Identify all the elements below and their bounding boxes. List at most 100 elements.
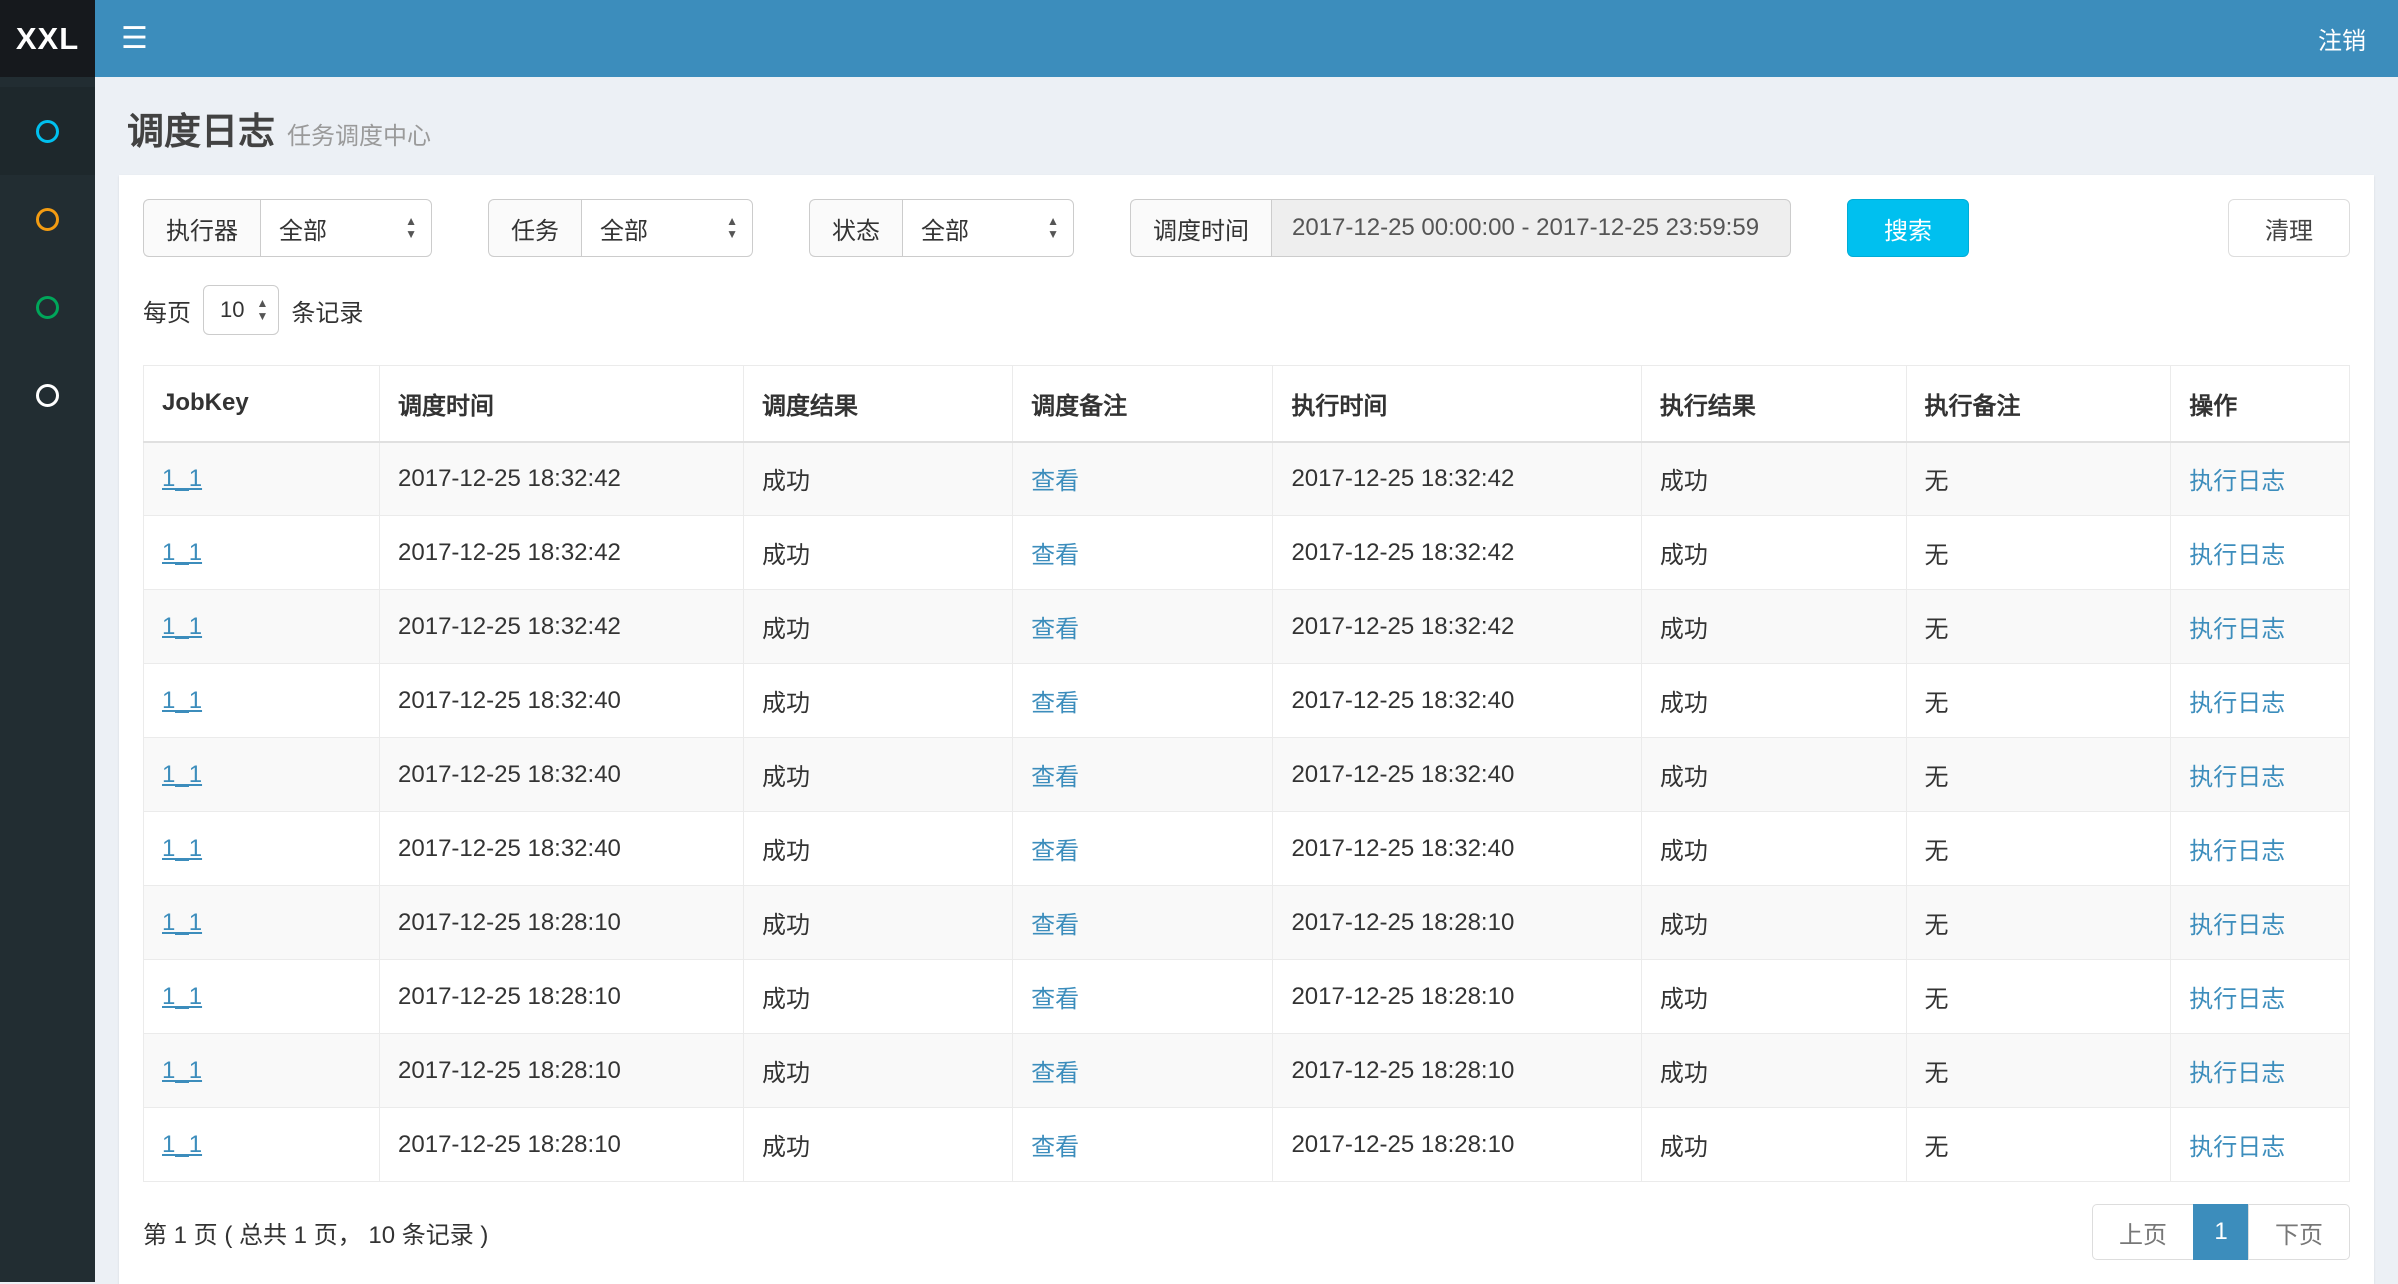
pagination-info: 第 1 页 ( 总共 1 页， 10 条记录 ) [143,1215,488,1250]
sidebar-menu [0,77,95,439]
trigger-time-cell: 2017-12-25 18:28:10 [380,960,744,1034]
trigger-time-cell: 2017-12-25 18:32:40 [380,812,744,886]
sidebar-item-3[interactable] [0,263,95,351]
column-header: 执行时间 [1273,366,1641,442]
handle-time-cell: 2017-12-25 18:32:40 [1273,738,1641,812]
exec-log-link[interactable]: 执行日志 [2189,912,2285,939]
trigger-msg-link[interactable]: 查看 [1031,1060,1079,1087]
executor-select[interactable]: 全部 ▲▼ [260,199,432,257]
table-row: 1_1 2017-12-25 18:32:40 成功 查看 2017-12-25… [144,738,2350,812]
trigger-msg-link[interactable]: 查看 [1031,764,1079,791]
status-filter-label: 状态 [809,199,902,257]
jobkey-link[interactable]: 1_1 [162,1131,202,1158]
jobkey-link[interactable]: 1_1 [162,761,202,788]
circle-icon [36,120,59,143]
trigger-result-cell: 成功 [744,1108,1013,1182]
handle-time-cell: 2017-12-25 18:32:42 [1273,516,1641,590]
exec-log-link[interactable]: 执行日志 [2189,838,2285,865]
app-logo[interactable]: XXL [0,0,95,77]
handle-result-cell: 成功 [1641,960,1906,1034]
trigger-result-cell: 成功 [744,960,1013,1034]
clear-button[interactable]: 清理 [2228,199,2350,257]
sidebar-item-4[interactable] [0,351,95,439]
trigger-result-cell: 成功 [744,442,1013,516]
trigger-result-cell: 成功 [744,1034,1013,1108]
column-header: 执行备注 [1906,366,2171,442]
jobkey-link[interactable]: 1_1 [162,539,202,566]
trigger-result-cell: 成功 [744,664,1013,738]
handle-result-cell: 成功 [1641,812,1906,886]
exec-log-link[interactable]: 执行日志 [2189,1134,2285,1161]
exec-log-link[interactable]: 执行日志 [2189,468,2285,495]
trigger-msg-link[interactable]: 查看 [1031,838,1079,865]
table-row: 1_1 2017-12-25 18:32:42 成功 查看 2017-12-25… [144,590,2350,664]
trigger-msg-link[interactable]: 查看 [1031,468,1079,495]
page-size-row: 每页 10 ▲▼ 条记录 [143,285,2350,335]
page-size-prefix: 每页 [143,293,191,328]
trigger-msg-link[interactable]: 查看 [1031,912,1079,939]
jobkey-link[interactable]: 1_1 [162,1057,202,1084]
search-button[interactable]: 搜索 [1847,199,1969,257]
jobkey-link[interactable]: 1_1 [162,465,202,492]
trigger-msg-link[interactable]: 查看 [1031,616,1079,643]
jobkey-link[interactable]: 1_1 [162,613,202,640]
table-row: 1_1 2017-12-25 18:28:10 成功 查看 2017-12-25… [144,1108,2350,1182]
job-select[interactable]: 全部 ▲▼ [581,199,753,257]
sidebar-item-1[interactable] [0,87,95,175]
select-stepper-icon: ▲▼ [1047,215,1059,240]
navbar-main: ☰ 注销 [95,0,2398,77]
handle-msg-cell: 无 [1906,960,2171,1034]
table-row: 1_1 2017-12-25 18:28:10 成功 查看 2017-12-25… [144,886,2350,960]
prev-page-button[interactable]: 上页 [2092,1204,2194,1260]
handle-msg-cell: 无 [1906,812,2171,886]
jobkey-link[interactable]: 1_1 [162,983,202,1010]
status-select[interactable]: 全部 ▲▼ [902,199,1074,257]
handle-time-cell: 2017-12-25 18:28:10 [1273,1034,1641,1108]
jobkey-link[interactable]: 1_1 [162,835,202,862]
exec-log-link[interactable]: 执行日志 [2189,690,2285,717]
jobkey-link[interactable]: 1_1 [162,909,202,936]
exec-log-link[interactable]: 执行日志 [2189,542,2285,569]
sidebar-toggle-icon[interactable]: ☰ [121,24,148,54]
trigger-msg-link[interactable]: 查看 [1031,1134,1079,1161]
circle-icon [36,208,59,231]
handle-result-cell: 成功 [1641,738,1906,812]
main-content: 调度日志任务调度中心 执行器 全部 ▲▼ 任务 全部 ▲▼ 状态 [95,77,2398,1284]
executor-filter-group: 执行器 全部 ▲▼ [143,199,432,257]
handle-time-cell: 2017-12-25 18:28:10 [1273,1108,1641,1182]
trigger-msg-link[interactable]: 查看 [1031,690,1079,717]
sidebar-item-2[interactable] [0,175,95,263]
exec-log-link[interactable]: 执行日志 [2189,986,2285,1013]
trigger-msg-link[interactable]: 查看 [1031,542,1079,569]
handle-msg-cell: 无 [1906,516,2171,590]
page-1-button[interactable]: 1 [2193,1204,2249,1260]
column-header: 调度时间 [380,366,744,442]
trigger-msg-link[interactable]: 查看 [1031,986,1079,1013]
handle-time-cell: 2017-12-25 18:28:10 [1273,960,1641,1034]
page-size-select[interactable]: 10 ▲▼ [203,285,279,335]
trigger-result-cell: 成功 [744,516,1013,590]
trigger-time-cell: 2017-12-25 18:32:42 [380,516,744,590]
executor-select-value: 全部 [279,211,327,246]
page-size-suffix: 条记录 [291,293,363,328]
jobkey-link[interactable]: 1_1 [162,687,202,714]
trigger-result-cell: 成功 [744,590,1013,664]
logout-link[interactable]: 注销 [2318,21,2366,56]
next-page-button[interactable]: 下页 [2248,1204,2350,1260]
handle-time-cell: 2017-12-25 18:32:40 [1273,812,1641,886]
handle-time-cell: 2017-12-25 18:32:42 [1273,590,1641,664]
trigger-time-cell: 2017-12-25 18:32:42 [380,442,744,516]
executor-filter-label: 执行器 [143,199,260,257]
sidebar [0,77,95,1282]
trigger-result-cell: 成功 [744,812,1013,886]
page-subtitle: 任务调度中心 [287,123,431,150]
exec-log-link[interactable]: 执行日志 [2189,616,2285,643]
exec-log-link[interactable]: 执行日志 [2189,764,2285,791]
trigger-time-cell: 2017-12-25 18:32:40 [380,738,744,812]
trigger-time-range-input[interactable]: 2017-12-25 00:00:00 - 2017-12-25 23:59:5… [1271,199,1791,257]
exec-log-link[interactable]: 执行日志 [2189,1060,2285,1087]
handle-result-cell: 成功 [1641,664,1906,738]
table-row: 1_1 2017-12-25 18:32:40 成功 查看 2017-12-25… [144,812,2350,886]
table-row: 1_1 2017-12-25 18:28:10 成功 查看 2017-12-25… [144,960,2350,1034]
trigger-time-cell: 2017-12-25 18:28:10 [380,1034,744,1108]
